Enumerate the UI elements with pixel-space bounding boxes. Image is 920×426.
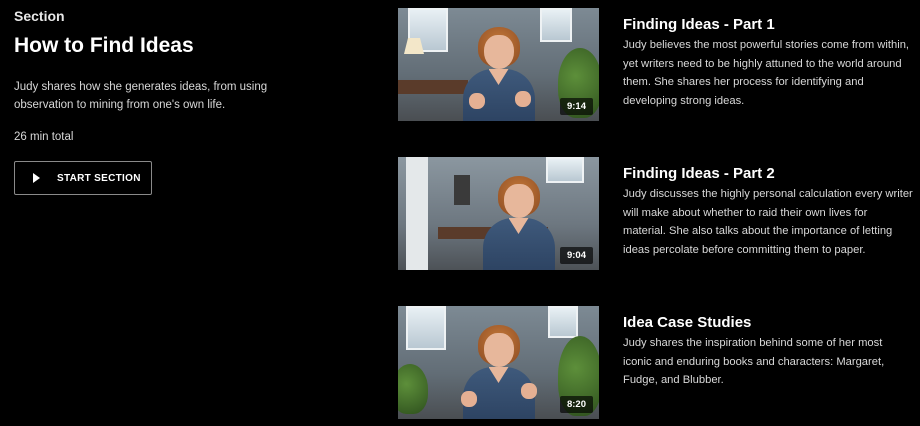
section-total-duration: 26 min total <box>14 131 74 143</box>
lesson-thumbnail[interactable]: 8:20 <box>398 306 599 419</box>
lesson-thumbnail[interactable]: 9:14 <box>398 8 599 121</box>
lesson-title[interactable]: Finding Ideas - Part 1 <box>623 16 913 33</box>
lesson-item[interactable]: 9:14 Finding Ideas - Part 1 Judy believe… <box>398 8 909 121</box>
lesson-duration: 9:14 <box>559 98 593 115</box>
start-section-button[interactable]: START SECTION <box>14 161 152 195</box>
lesson-thumbnail[interactable]: 9:04 <box>398 157 599 270</box>
section-description: Judy shares how she generates ideas, fro… <box>14 81 268 111</box>
lesson-description: Judy believes the most powerful stories … <box>623 39 910 107</box>
play-icon <box>33 173 40 183</box>
lesson-title[interactable]: Idea Case Studies <box>623 314 913 331</box>
lesson-duration: 9:04 <box>559 247 593 264</box>
lesson-description: Judy shares the inspiration behind some … <box>623 337 885 386</box>
section-info: Section How to Find Ideas Judy shares ho… <box>14 8 314 195</box>
section-title: How to Find Ideas <box>14 34 194 57</box>
lesson-duration: 8:20 <box>559 396 593 413</box>
lesson-title[interactable]: Finding Ideas - Part 2 <box>623 165 913 182</box>
section-eyebrow: Section <box>14 8 65 24</box>
start-section-label: START SECTION <box>57 172 141 184</box>
lesson-description: Judy discusses the highly personal calcu… <box>623 188 913 256</box>
lesson-item[interactable]: 9:04 Finding Ideas - Part 2 Judy discuss… <box>398 157 913 270</box>
lesson-item[interactable]: 8:20 Idea Case Studies Judy shares the i… <box>398 306 900 419</box>
